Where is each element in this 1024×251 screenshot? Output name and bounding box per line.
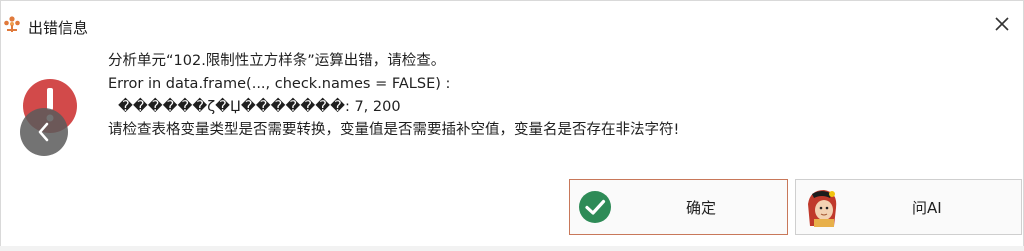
ask-ai-button-label: 问AI (912, 198, 942, 217)
message-summary: 分析单元“102.限制性立方样条”运算出错，请检查。 (108, 53, 446, 69)
message-error-values: ������ζ�Џ�������: 7, 200 (118, 99, 401, 115)
message-hint: 请检查表格变量类型是否需要转换，变量值是否需要插补空值，变量名是否存在非法字符! (108, 122, 680, 138)
error-message: 分析单元“102.限制性立方样条”运算出错，请检查。 Error in data… (108, 50, 679, 142)
app-logo-icon (4, 16, 20, 32)
message-error-detail: Error in data.frame(..., check.names = F… (108, 76, 451, 92)
title-bar: 出错信息 (0, 0, 1024, 40)
window-title: 出错信息 (28, 19, 89, 37)
ok-button-label: 确定 (686, 198, 717, 217)
ok-button[interactable]: 确定 (569, 179, 788, 235)
ask-ai-button[interactable]: 问AI (795, 179, 1022, 235)
mascot-icon (808, 190, 837, 227)
close-icon[interactable] (990, 12, 1014, 36)
error-icon (20, 79, 77, 156)
checkmark-icon (579, 191, 611, 223)
bottom-bar (0, 246, 1024, 251)
